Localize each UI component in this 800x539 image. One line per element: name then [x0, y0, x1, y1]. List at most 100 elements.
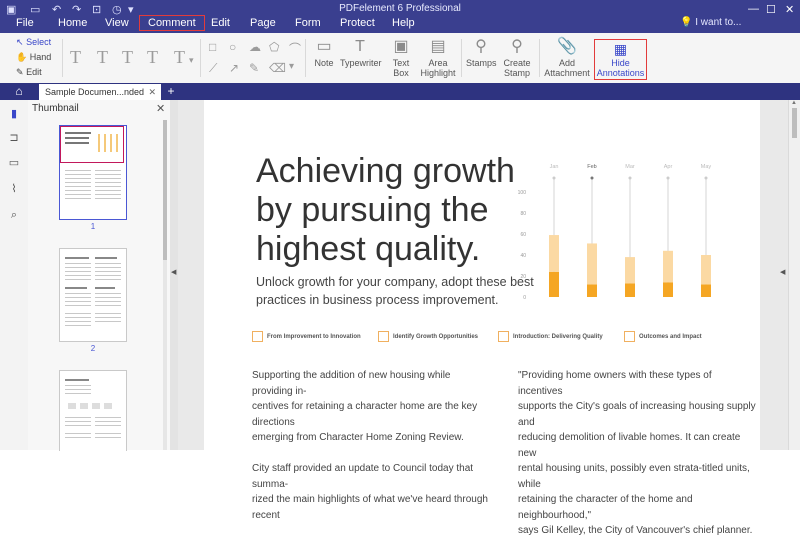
- category-icon: [252, 331, 263, 342]
- menu-help[interactable]: Help: [392, 17, 415, 29]
- area-highlight-button[interactable]: ▤ Area Highlight: [420, 38, 456, 78]
- caret-text-icon[interactable]: T: [174, 47, 185, 68]
- underline-text-icon[interactable]: T: [97, 47, 108, 68]
- page-thumbnail-2[interactable]: [59, 248, 127, 342]
- i-want-to-search[interactable]: 💡 I want to...: [680, 17, 741, 28]
- subtitle-line-2: practices in business process improvemen…: [256, 293, 499, 307]
- attachment-icon[interactable]: ⌇: [8, 183, 20, 195]
- body-line: Supporting the addition of new housing w…: [252, 370, 451, 397]
- arrow-icon[interactable]: ↗: [229, 61, 239, 75]
- squiggly-text-icon[interactable]: T: [147, 47, 158, 68]
- category-label: Identify Growth Opportunities: [393, 334, 478, 341]
- highlight-text-icon[interactable]: T: [70, 47, 81, 68]
- body-line: centives for retaining a character home …: [252, 401, 478, 428]
- menu-view[interactable]: View: [105, 17, 129, 29]
- body-line: rental housing units, possibly even stra…: [518, 463, 750, 490]
- menu-comment[interactable]: Comment: [139, 15, 205, 31]
- typewriter-button[interactable]: T Typewriter: [340, 38, 382, 68]
- rectangle-icon[interactable]: □: [209, 40, 216, 54]
- oval-icon[interactable]: ○: [229, 40, 236, 54]
- bookmark-icon[interactable]: ⊐: [8, 132, 20, 144]
- menu-form[interactable]: Form: [295, 17, 321, 29]
- heading-line-2: by pursuing the: [256, 191, 489, 229]
- y-tick-label: 80: [520, 211, 526, 217]
- bar-series-2: [701, 255, 711, 285]
- text-markup-dropdown-icon[interactable]: ▾: [189, 55, 194, 66]
- edit-tool[interactable]: ✎ Edit: [16, 67, 42, 78]
- shapes-dropdown-icon[interactable]: ▾: [289, 61, 294, 72]
- text-box-button[interactable]: ▣ Text Box: [384, 38, 418, 78]
- expand-panel-icon[interactable]: ◀: [780, 268, 785, 276]
- polygon-icon[interactable]: ⬠: [269, 40, 279, 54]
- hand-tool[interactable]: ✋ Hand: [16, 52, 51, 63]
- bar-series-1: [587, 284, 597, 297]
- y-tick-label: 100: [518, 190, 527, 196]
- ribbon-separator: [200, 39, 201, 77]
- body-line: "Providing home owners with these types …: [518, 370, 712, 397]
- select-tool[interactable]: ↖ Select: [16, 37, 51, 48]
- connected-lines-icon[interactable]: ⌒: [289, 40, 301, 57]
- eraser-icon[interactable]: ⌫: [269, 61, 286, 75]
- menu-home[interactable]: Home: [58, 17, 87, 29]
- document-scrollbar[interactable]: ▲: [788, 100, 800, 450]
- add-attachment-label-1: Add: [558, 58, 575, 68]
- page-thumbnail-1[interactable]: [59, 125, 127, 220]
- line-icon[interactable]: ⟋: [209, 61, 217, 76]
- y-tick-label: 60: [520, 232, 526, 238]
- add-attachment-button[interactable]: 📎 Add Attachment: [544, 38, 590, 78]
- page-number-2: 2: [90, 344, 96, 353]
- scroll-up-icon[interactable]: ▲: [791, 100, 797, 106]
- minimize-icon[interactable]: —: [748, 3, 759, 15]
- home-tab[interactable]: ⌂: [0, 83, 38, 100]
- i-want-to-label: I want to...: [695, 17, 742, 28]
- body-line: emerging from Character Home Zoning Revi…: [252, 432, 464, 443]
- close-thumbnail-icon[interactable]: ✕: [156, 102, 165, 115]
- bar-chart: 100 80 60 40 20 0 Jan Feb Mar Apr May: [518, 164, 712, 301]
- strikethrough-text-icon[interactable]: T: [122, 47, 133, 68]
- maximize-icon[interactable]: ☐: [766, 3, 776, 16]
- document-tab[interactable]: Sample Documen...nded ✕: [39, 84, 161, 100]
- plus-icon: +: [167, 84, 175, 98]
- bar-series-2: [587, 243, 597, 285]
- cloud-icon[interactable]: ☁: [249, 40, 261, 54]
- hand-label: Hand: [29, 52, 52, 62]
- note-button[interactable]: ▭ Note: [313, 38, 335, 68]
- thumbnail-scrollbar[interactable]: [163, 120, 167, 450]
- new-tab-button[interactable]: +: [164, 83, 178, 100]
- body-line: retaining the character of the home and …: [518, 494, 693, 521]
- page-number-1: 1: [90, 222, 96, 231]
- menu-edit[interactable]: Edit: [211, 17, 230, 29]
- menu-file[interactable]: File: [16, 17, 34, 29]
- typewriter-icon: T: [355, 38, 365, 55]
- thumbnail-scroll-thumb[interactable]: [163, 120, 167, 260]
- collapse-panel-icon[interactable]: ◀: [171, 268, 176, 276]
- body-line: rized the main highlights of what we've …: [252, 494, 488, 521]
- hide-annotations-button[interactable]: ▦ Hide Annotations: [594, 39, 647, 80]
- hide-annotations-icon: ▦: [613, 41, 628, 57]
- menu-protect[interactable]: Protect: [340, 17, 375, 29]
- gridline-marker: [666, 176, 670, 180]
- body-line: says Gil Kelley, the City of Vancouver's…: [518, 525, 753, 536]
- text-box-label: Text Box: [392, 58, 410, 78]
- subtitle-line-1: Unlock growth for your company, adopt th…: [256, 275, 534, 289]
- stamps-button[interactable]: ⚲ Stamps: [466, 38, 497, 68]
- close-tab-icon[interactable]: ✕: [148, 84, 156, 100]
- document-scroll-thumb[interactable]: [792, 108, 797, 138]
- select-label: Select: [26, 37, 52, 47]
- note-icon: ▭: [316, 38, 332, 55]
- pencil-icon[interactable]: ✎: [249, 61, 259, 75]
- comment-icon[interactable]: ▭: [8, 157, 20, 169]
- create-stamp-label-2: Stamp: [503, 68, 530, 78]
- page-thumbnail-3[interactable]: [59, 370, 127, 451]
- hide-annotations-label-1: Hide: [611, 58, 630, 68]
- cursor-icon: ↖: [16, 37, 24, 47]
- typewriter-label: Typewriter: [340, 58, 382, 68]
- menu-page[interactable]: Page: [250, 17, 276, 29]
- search-icon[interactable]: ⌕: [8, 209, 20, 221]
- panel-divider[interactable]: ◀: [170, 100, 178, 450]
- gridline-marker: [704, 176, 708, 180]
- thumbnail-panel-icon[interactable]: ▮: [8, 108, 20, 120]
- close-icon[interactable]: ✕: [785, 3, 794, 16]
- create-stamp-button[interactable]: ⚲ Create Stamp: [502, 38, 532, 78]
